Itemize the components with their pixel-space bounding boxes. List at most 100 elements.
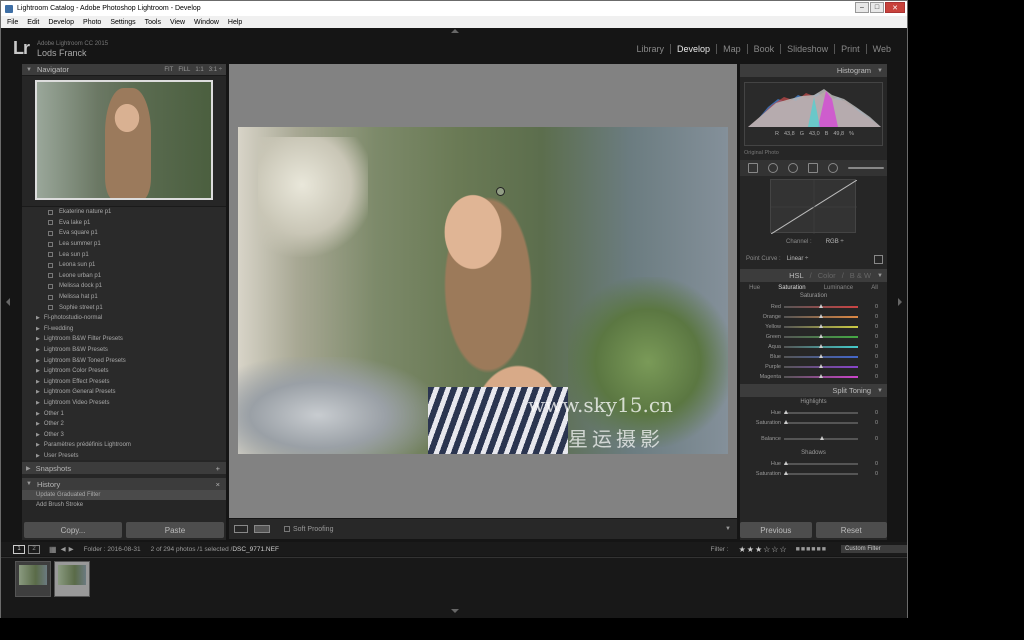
slider-track[interactable] <box>784 324 858 328</box>
preset-item[interactable]: Eva lake p1 <box>22 218 226 229</box>
collapse-left-panel-icon[interactable] <box>6 298 10 306</box>
color-label-filter[interactable]: ■■■■■■ <box>796 546 827 553</box>
slider-track[interactable] <box>784 461 858 465</box>
tab-all[interactable]: All <box>871 285 878 291</box>
preset-item[interactable]: Leona sun p1 <box>22 260 226 271</box>
preset-item[interactable]: Melissa dock p1 <box>22 281 226 292</box>
menu-develop[interactable]: Develop <box>48 19 74 26</box>
paste-button[interactable]: Paste <box>126 522 224 538</box>
zoom-3-1[interactable]: 3:1 ÷ <box>209 67 222 73</box>
grid-view-icon[interactable]: ▦ <box>49 545 57 554</box>
snapshots-header[interactable]: ▶ Snapshots + <box>22 462 226 474</box>
slider-track[interactable] <box>784 410 858 414</box>
preset-folder[interactable]: ▶ Lightroom B&W Filter Presets <box>22 334 226 345</box>
slider-knob[interactable] <box>784 471 788 475</box>
hsl-slider-row[interactable]: Yellow 0 <box>740 322 887 332</box>
menu-file[interactable]: File <box>7 19 18 26</box>
slider-track[interactable] <box>784 364 858 368</box>
preset-item[interactable]: Ekaterine nature p1 <box>22 207 226 218</box>
module-web[interactable]: Web <box>867 44 897 54</box>
minimize-button[interactable]: – <box>855 2 869 13</box>
slider-knob[interactable] <box>819 344 823 348</box>
collapse-right-panel-icon[interactable] <box>898 298 902 306</box>
slider-track[interactable] <box>784 471 858 475</box>
soft-proofing-checkbox[interactable] <box>284 526 290 532</box>
histogram[interactable]: R 43,8 G 43,0 B 49,8 % <box>744 82 883 146</box>
channel-selector[interactable]: Channel : RGB ÷ <box>786 239 887 245</box>
point-curve-selector[interactable]: Point Curve : Linear ÷ <box>746 253 887 265</box>
red-eye-icon[interactable] <box>788 163 798 173</box>
slider-track[interactable] <box>784 354 858 358</box>
custom-filter-dropdown[interactable]: Custom Filter <box>841 545 907 553</box>
zoom-1-1[interactable]: 1:1 <box>195 67 203 73</box>
slider-knob[interactable] <box>784 461 788 465</box>
highlights-hue-slider[interactable]: Hue 0 <box>740 408 887 418</box>
menu-settings[interactable]: Settings <box>110 19 135 26</box>
zoom-fit[interactable]: FIT <box>164 67 173 73</box>
slider-knob[interactable] <box>819 324 823 328</box>
module-print[interactable]: Print <box>835 44 867 54</box>
module-library[interactable]: Library <box>631 44 672 54</box>
preset-item[interactable]: Eva square p1 <box>22 228 226 239</box>
point-curve-value[interactable]: Linear ÷ <box>787 256 809 262</box>
slider-knob[interactable] <box>819 304 823 308</box>
bw-tab[interactable]: B & W <box>850 271 871 280</box>
slider-track[interactable] <box>784 314 858 318</box>
preset-folder[interactable]: ▶ User Presets <box>22 451 226 460</box>
maximize-button[interactable]: □ <box>870 2 884 13</box>
main-photo[interactable]: www.sky15.cn 星运摄影 <box>238 127 728 454</box>
spot-removal-icon[interactable] <box>768 163 778 173</box>
radial-filter-icon[interactable] <box>828 163 838 173</box>
slider-knob[interactable] <box>819 314 823 318</box>
preset-folder[interactable]: ▶ Lightroom General Presets <box>22 387 226 398</box>
slider-track[interactable] <box>784 334 858 338</box>
hsl-slider-row[interactable]: Blue 0 <box>740 352 887 362</box>
menu-photo[interactable]: Photo <box>83 19 101 26</box>
preset-item[interactable]: Lea summer p1 <box>22 239 226 250</box>
history-header[interactable]: ▼ History × <box>22 478 226 490</box>
shadows-saturation-slider[interactable]: Saturation 0 <box>740 469 887 479</box>
hsl-slider-row[interactable]: Orange 0 <box>740 312 887 322</box>
current-filename[interactable]: DSC_9771.NEF <box>232 546 279 553</box>
menu-window[interactable]: Window <box>194 19 219 26</box>
copy-button[interactable]: Copy... <box>24 522 122 538</box>
crop-tool-icon[interactable] <box>748 163 758 173</box>
module-map[interactable]: Map <box>717 44 748 54</box>
menu-edit[interactable]: Edit <box>27 19 39 26</box>
slider-knob[interactable] <box>819 364 823 368</box>
history-item[interactable]: Add Brush Stroke <box>22 500 226 510</box>
preset-folder[interactable]: ▶ Lightroom Video Presets <box>22 398 226 409</box>
add-snapshot-button[interactable]: + <box>216 464 220 473</box>
preset-item[interactable]: Leone urban p1 <box>22 271 226 282</box>
hsl-slider-row[interactable]: Magenta 0 <box>740 372 887 382</box>
preset-folder[interactable]: ▶ Lightroom Color Presets <box>22 366 226 377</box>
preset-item[interactable]: Melissa hat p1 <box>22 292 226 303</box>
page-2-button[interactable]: 2 <box>28 544 40 554</box>
hsl-slider-row[interactable]: Purple 0 <box>740 362 887 372</box>
toolbar-menu-chevron-icon[interactable]: ▼ <box>725 526 731 532</box>
preset-item[interactable]: Sophie street p1 <box>22 302 226 313</box>
graduated-filter-icon[interactable] <box>808 163 818 173</box>
split-toning-header[interactable]: Split Toning ▼ <box>740 384 887 397</box>
slider-track[interactable] <box>784 304 858 308</box>
hsl-tab[interactable]: HSL <box>789 271 804 280</box>
preset-folder[interactable]: ▶ Lightroom Effect Presets <box>22 377 226 388</box>
preset-folder[interactable]: ▶ Other 1 <box>22 408 226 419</box>
rating-filter-stars[interactable]: ★★★☆☆☆ <box>739 545 788 554</box>
preset-folder[interactable]: ▶ Lightroom B&W Presets <box>22 345 226 356</box>
targeted-adjustment-icon[interactable] <box>874 254 883 264</box>
color-tab[interactable]: Color <box>818 271 836 280</box>
channel-value[interactable]: RGB ÷ <box>826 239 844 245</box>
source-folder[interactable]: Folder : 2016-08-31 <box>84 546 141 553</box>
tab-luminance[interactable]: Luminance <box>824 285 853 291</box>
hsl-slider-row[interactable]: Aqua 0 <box>740 342 887 352</box>
navigator-preview[interactable] <box>35 80 213 200</box>
previous-button[interactable]: Previous <box>740 522 812 538</box>
reset-button[interactable]: Reset <box>815 522 887 538</box>
back-arrow-icon[interactable]: ◀ <box>61 545 66 553</box>
forward-arrow-icon[interactable]: ▶ <box>69 545 74 553</box>
before-after-icon[interactable] <box>254 525 270 533</box>
collapse-bottom-panel-icon[interactable] <box>451 609 459 613</box>
navigator-header[interactable]: ▼ Navigator FIT FILL 1:1 3:1 ÷ <box>22 64 226 76</box>
shadows-hue-slider[interactable]: Hue 0 <box>740 459 887 469</box>
